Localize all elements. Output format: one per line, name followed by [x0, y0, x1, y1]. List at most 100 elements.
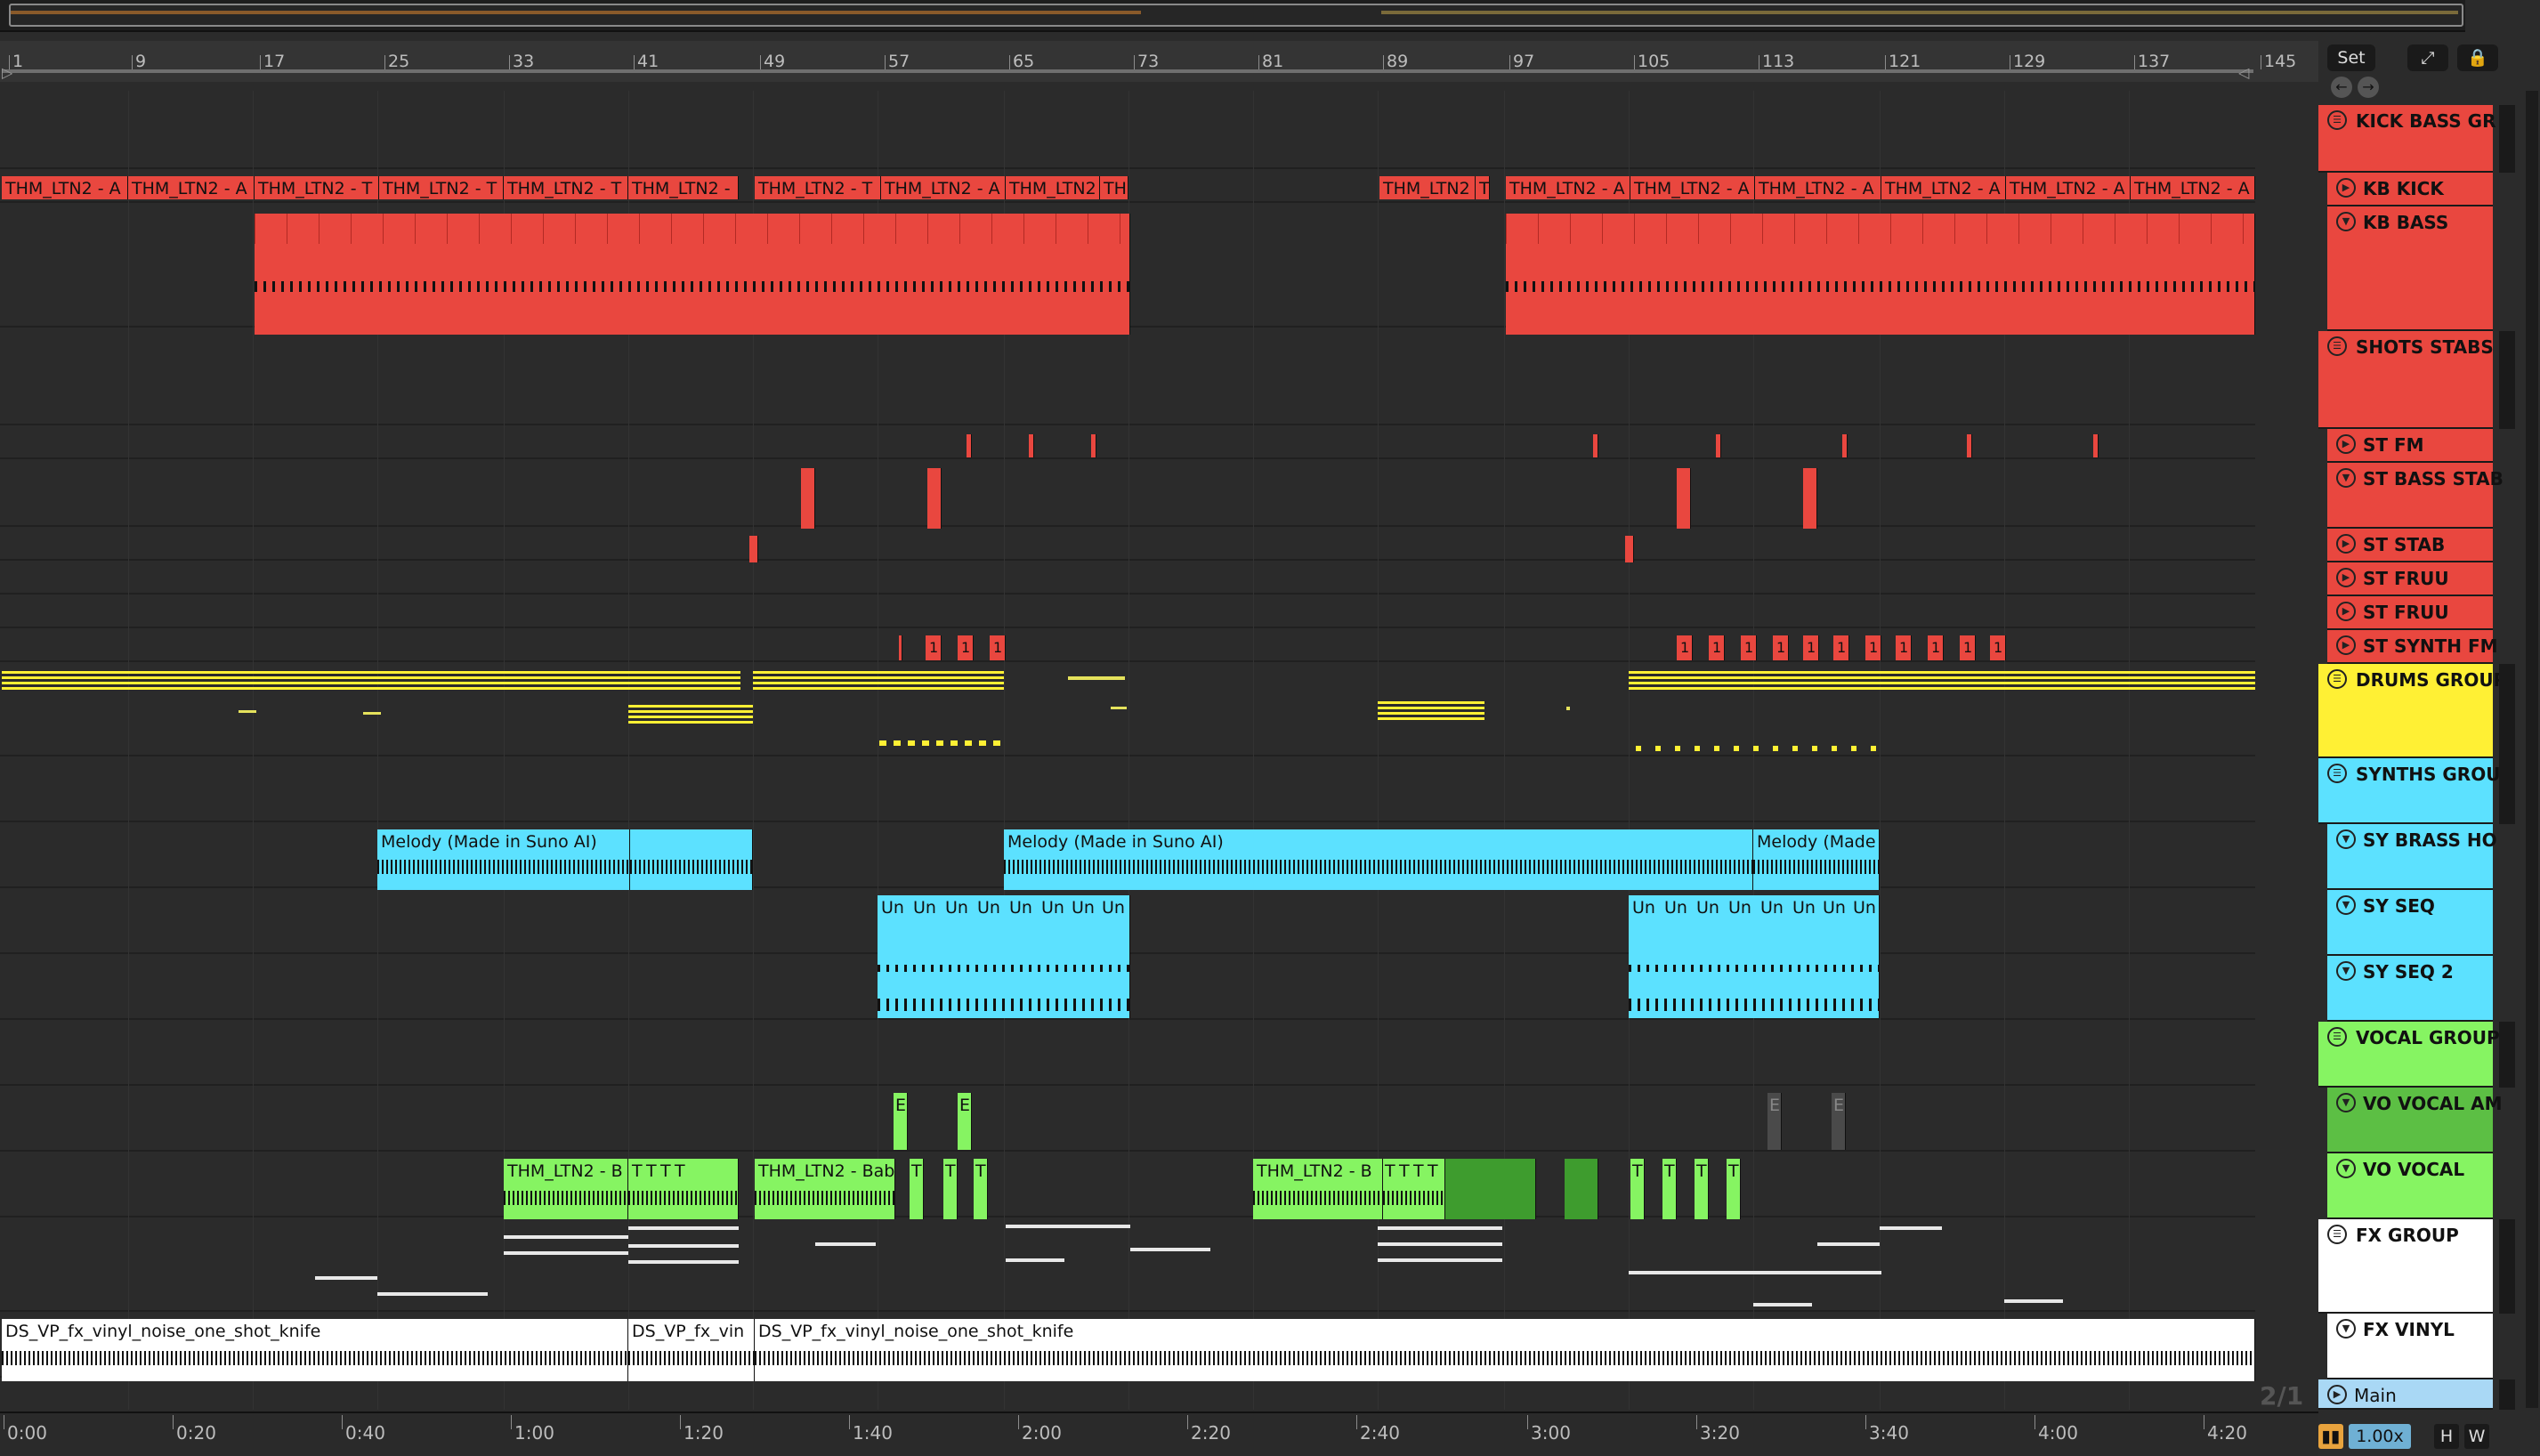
st-stab-clip[interactable] [1625, 536, 1634, 562]
kick-clip[interactable]: THM_LTN2 - A [881, 176, 1006, 199]
ssf-clip[interactable]: 1 [1677, 635, 1693, 660]
stab-clip[interactable] [1593, 434, 1598, 457]
track-fx-group[interactable]: ☰ FX GROUP [2318, 1219, 2493, 1314]
kick-clip[interactable]: THM_LTN2 - A [2006, 176, 2131, 199]
bass-clip-1[interactable] [255, 214, 1130, 335]
stab-clip[interactable] [2093, 434, 2099, 457]
vinyl-clip-3[interactable]: DS_VP_fx_vinyl_noise_one_shot_knife [755, 1319, 2255, 1381]
fold-down-icon[interactable]: ▼ [2336, 1159, 2356, 1178]
lane-vocal-group[interactable] [0, 1018, 2255, 1086]
ssf-clip[interactable]: 1 [1960, 635, 1976, 660]
play-arrow-icon[interactable]: ▶ [2336, 534, 2356, 554]
ssf-clip[interactable]: 1 [1990, 635, 2006, 660]
st-stab-clip[interactable] [749, 536, 758, 562]
fold-down-icon[interactable]: ▼ [2336, 1093, 2356, 1112]
lane-st-stab[interactable] [0, 525, 2255, 561]
fold-down-icon[interactable]: ▼ [2336, 829, 2356, 849]
kick-clip[interactable]: THM_LTN2 - T [255, 176, 379, 199]
group-fold-icon[interactable]: ☰ [2327, 336, 2347, 356]
lane-st-fruu-2[interactable] [0, 593, 2255, 628]
lane-synths-group[interactable] [0, 755, 2255, 822]
kick-clip[interactable]: THM_LTN2 - [628, 176, 739, 199]
melody-clip-1-tail[interactable] [630, 829, 753, 890]
stab-clip[interactable] [1967, 434, 1972, 457]
arrangement-view[interactable]: THM_LTN2 - A THM_LTN2 - A THM_LTN2 - T T… [0, 91, 2318, 1410]
drums-pattern[interactable] [753, 671, 1004, 692]
nav-back-icon[interactable]: ← [2331, 77, 2352, 98]
lane-st-fm[interactable] [0, 424, 2255, 459]
group-fold-icon[interactable]: ☰ [2327, 1027, 2347, 1047]
play-arrow-icon[interactable]: ▶ [2336, 568, 2356, 587]
lane-kick-bass-group[interactable] [0, 105, 2255, 169]
vocal-clip-small[interactable]: T [1630, 1159, 1645, 1219]
ssf-clip[interactable]: 1 [1833, 635, 1849, 660]
fold-down-icon[interactable]: ▼ [2336, 1319, 2356, 1339]
lane-st-synth-fm[interactable] [0, 627, 2255, 662]
ssf-clip[interactable]: 1 [958, 635, 974, 660]
track-vo-vocal-am[interactable]: ▼ VO VOCAL AM [2327, 1088, 2502, 1153]
loop-brace[interactable] [2, 69, 2253, 73]
ssf-clip[interactable]: 1 [1773, 635, 1789, 660]
arrangement-overview[interactable] [0, 0, 2465, 32]
fold-down-icon[interactable]: ▼ [2336, 212, 2356, 231]
lane-shots-stabs[interactable] [0, 326, 2255, 425]
kick-clip[interactable]: THM_LTN2 - A [1755, 176, 1881, 199]
track-kick-bass-group[interactable]: ☰ KICK BASS GR [2318, 105, 2496, 173]
track-st-bass-stab[interactable]: ▼ ST BASS STAB [2327, 463, 2504, 529]
vocal-clip-small[interactable]: T [910, 1159, 924, 1219]
vocal-clip-dark[interactable] [1565, 1159, 1598, 1219]
track-st-fruu-2[interactable]: ▶ ST FRUU [2327, 596, 2493, 630]
beat-time-ruler[interactable]: 1 9 17 25 33 41 49 57 65 73 81 89 97 105… [0, 41, 2318, 82]
ssf-clip[interactable]: 1 [990, 635, 1006, 660]
play-arrow-icon[interactable]: ▶ [2336, 434, 2356, 454]
nav-forward-icon[interactable]: → [2358, 77, 2379, 98]
loop-start-icon[interactable]: ▷ [2, 64, 12, 81]
track-main[interactable]: ▶ Main [2318, 1379, 2493, 1410]
vocal-clip-2[interactable]: THM_LTN2 - Bab [755, 1159, 895, 1219]
kick-clip[interactable]: THM_LTN2 - A [128, 176, 255, 199]
fold-down-icon[interactable]: ▼ [2336, 961, 2356, 981]
stab-clip[interactable] [1716, 434, 1721, 457]
melody-clip-3[interactable]: Melody (Made [1753, 829, 1880, 890]
lane-vo-vocal[interactable] [0, 1150, 2255, 1217]
track-st-stab[interactable]: ▶ ST STAB [2327, 529, 2493, 562]
play-arrow-icon[interactable]: ▶ [2336, 602, 2356, 621]
bass-stab-clip[interactable] [801, 468, 815, 529]
seq-clip-a[interactable]: Un Un Un Un Un Un Un Un [878, 895, 1130, 1018]
track-sy-brass[interactable]: ▼ SY BRASS HO [2327, 824, 2497, 890]
time-ruler[interactable]: 0:00 0:20 0:40 1:00 1:20 1:40 2:00 2:20 … [0, 1412, 2318, 1456]
group-fold-icon[interactable]: ☰ [2327, 110, 2347, 130]
waveform-toggle-icon[interactable]: ▮▮ [2318, 1424, 2343, 1449]
group-fold-icon[interactable]: ☰ [2327, 669, 2347, 689]
loop-end-icon[interactable]: ◁ [2238, 64, 2249, 81]
track-st-fruu-1[interactable]: ▶ ST FRUU [2327, 562, 2493, 596]
stab-clip[interactable] [1842, 434, 1848, 457]
vocal-am-clip[interactable]: E [958, 1093, 972, 1150]
vocal-clip-small[interactable]: T [943, 1159, 958, 1219]
kick-clip[interactable]: THM_LTN2 - A [1506, 176, 1630, 199]
vinyl-clip-2[interactable]: DS_VP_fx_vin [628, 1319, 755, 1381]
track-st-synth-fm[interactable]: ▶ ST SYNTH FM [2327, 630, 2498, 664]
bass-clip-2[interactable] [1506, 214, 2255, 335]
vocal-clip-1-tail[interactable]: T T T T [628, 1159, 739, 1219]
drums-pattern[interactable] [2, 671, 740, 692]
drums-pattern[interactable] [879, 740, 1004, 746]
vocal-clip-small[interactable]: T [1695, 1159, 1709, 1219]
drums-pattern[interactable] [628, 705, 753, 726]
vocal-clip-1[interactable]: THM_LTN2 - B [504, 1159, 628, 1219]
lane-fx-group[interactable] [0, 1216, 2255, 1312]
ssf-clip[interactable]: 1 [1741, 635, 1757, 660]
ssf-clip[interactable]: 1 [1709, 635, 1725, 660]
kick-clip[interactable]: THM_LTN2 - T [755, 176, 881, 199]
bass-stab-clip[interactable] [1677, 468, 1691, 529]
ssf-clip[interactable] [899, 635, 902, 660]
overview-viewport[interactable] [9, 4, 2463, 27]
track-sy-seq[interactable]: ▼ SY SEQ [2327, 890, 2493, 956]
kick-clip[interactable]: THM_LTN2 - A [2, 176, 128, 199]
kick-clip[interactable]: THM_LTN2 - T [379, 176, 504, 199]
stab-clip[interactable] [967, 434, 972, 457]
fold-down-icon[interactable]: ▼ [2336, 895, 2356, 915]
vocal-clip-small[interactable]: T [1727, 1159, 1741, 1219]
ssf-clip[interactable]: 1 [1896, 635, 1912, 660]
track-vocal-group[interactable]: ☰ VOCAL GROUP [2318, 1022, 2500, 1088]
